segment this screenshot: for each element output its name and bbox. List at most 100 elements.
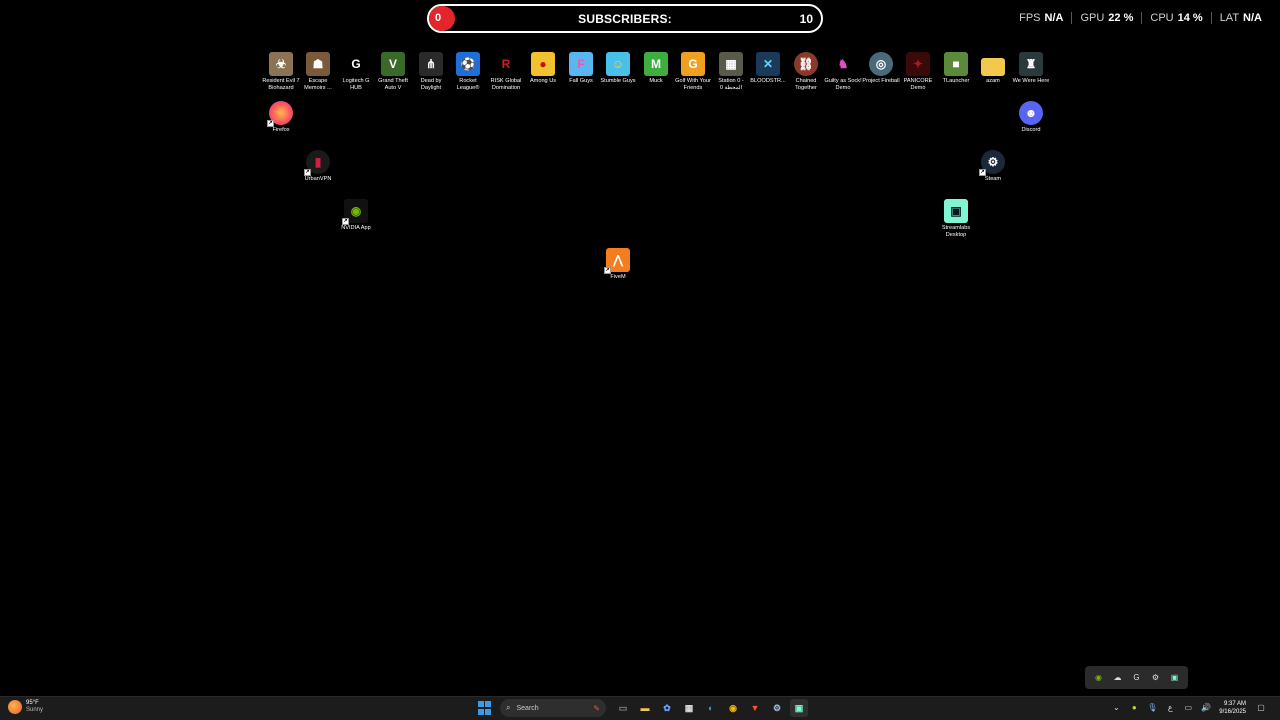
desktop-icon-stumble-guys[interactable]: ☺ Stumble Guys (599, 52, 637, 85)
stat-cpu: CPU 14 % (1141, 12, 1210, 24)
firefox-icon: ↗ (267, 101, 293, 127)
desktop-icon-tlauncher[interactable]: ■ TLauncher (937, 52, 975, 85)
subscriber-goal-bar: 0 SUBSCRIBERS: 10 (427, 4, 823, 33)
desktop-icon-discord[interactable]: ☻ Discord (1012, 101, 1050, 134)
desktop-icon-panicore[interactable]: ✦ PANICORE Demo (899, 52, 937, 92)
desktop-icon-bloodstrike[interactable]: ✕ BLOODSTR... (749, 52, 787, 85)
tray-overflow-popup: ◉ ☁ G ⚙ ▣ (1085, 666, 1188, 689)
guilty-sock-icon: ♞ (831, 52, 855, 76)
shortcut-arrow-icon: ↗ (604, 267, 611, 274)
microphone-icon[interactable]: 🎙 (1146, 699, 1158, 717)
calendar-icon[interactable]: ▦ (680, 699, 698, 717)
desktop-icon-logitech[interactable]: G Logitech G HUB (337, 52, 375, 92)
language-indicator[interactable]: ع (1164, 699, 1176, 717)
muck-icon: M (644, 52, 668, 76)
fivem-icon: ⋀ ↗ (604, 248, 630, 274)
stat-gpu: GPU 22 % (1071, 12, 1141, 24)
file-explorer-icon[interactable]: ▬ (636, 699, 654, 717)
clock[interactable]: 9:37 AM 9/16/2025 (1219, 700, 1246, 716)
desktop-icon-firefox[interactable]: ↗ Firefox (262, 101, 300, 134)
desktop-icon-streamlabs[interactable]: ▣ Streamlabs Desktop (937, 199, 975, 239)
panicore-icon: ✦ (906, 52, 930, 76)
chained-together-icon: ⛓ (794, 52, 818, 76)
discord-icon: ☻ (1019, 101, 1043, 125)
network-icon[interactable]: ▭ (1182, 699, 1194, 717)
shortcut-arrow-icon: ↗ (979, 169, 986, 176)
nvidia-icon: ◉ ↗ (342, 199, 368, 225)
desktop-icon-among-us[interactable]: ● Among Us (524, 52, 562, 85)
logitech-icon: G (344, 52, 368, 76)
weather-desc: Sunny (26, 707, 44, 713)
bloodstrike-icon: ✕ (756, 52, 780, 76)
steam-taskbar-icon[interactable]: ⚙ (768, 699, 786, 717)
taskbar-apps: ⌕ Search ✎ ▭ ▬ ✿ ▦ ◐ ◉ ▼ ⚙ ▣ (478, 699, 810, 717)
stat-fps: FPS N/A (1019, 12, 1064, 24)
search-highlight-icon: ✎ (593, 703, 600, 713)
start-button[interactable] (478, 701, 492, 715)
clock-time: 9:37 AM (1223, 701, 1246, 707)
resident-evil-icon: ☣ (269, 52, 293, 76)
desktop-icon-golf[interactable]: G Golf With Your Friends (674, 52, 712, 92)
desktop-icon-muck[interactable]: M Muck (637, 52, 675, 85)
copilot-icon[interactable]: ✿ (658, 699, 676, 717)
streamlabs-icon: ▣ (944, 199, 968, 223)
desktop-icon-resident-evil[interactable]: ☣ Resident Evil 7 Biohazard (262, 52, 300, 92)
volume-icon[interactable]: 🔊 (1200, 699, 1212, 717)
chevron-up-icon[interactable]: ⌄ (1110, 699, 1122, 717)
search-box[interactable]: ⌕ Search ✎ (500, 699, 606, 717)
desktop-icon-chained[interactable]: ⛓ Chained Together (787, 52, 825, 92)
shortcut-arrow-icon: ↗ (342, 218, 349, 225)
desktop-icon-escape-memoirs[interactable]: ☗ Escape Memoirs ... (299, 52, 337, 92)
notification-icon[interactable]: ▢ (1255, 699, 1267, 717)
weather-temp: 95°F (26, 700, 39, 706)
desktop-icon-we-were-here[interactable]: ♜ We Were Here (1012, 52, 1050, 85)
streamlabs-taskbar-icon[interactable]: ▣ (790, 699, 808, 717)
desktop-icon-azam[interactable]: azam (974, 52, 1012, 85)
weather-widget[interactable]: 95°F Sunny (8, 700, 43, 714)
desktop-icon-guilty-sock[interactable]: ♞ Guilty as Sock! Demo (824, 52, 862, 92)
nvidia-tray-icon[interactable]: ◉ (1094, 673, 1104, 683)
desktop-icon-gta[interactable]: V Grand Theft Auto V (374, 52, 412, 92)
fall-guys-icon: F (569, 52, 593, 76)
performance-stats: FPS N/A GPU 22 % CPU 14 % LAT N/A (1011, 12, 1270, 24)
we-were-here-icon: ♜ (1019, 52, 1043, 76)
desktop-icon-project-fireball[interactable]: ◎ Project Fireball (862, 52, 900, 85)
search-icon: ⌕ (506, 703, 511, 712)
shortcut-arrow-icon: ↗ (304, 169, 311, 176)
stumble-guys-icon: ☺ (606, 52, 630, 76)
rocket-league-icon: ⚽ (456, 52, 480, 76)
desktop-icon-risk[interactable]: R RISK Global Domination (487, 52, 525, 92)
golf-icon: G (681, 52, 705, 76)
chrome-icon[interactable]: ◉ (724, 699, 742, 717)
steam-icon: ⚙ ↗ (979, 150, 1005, 176)
desktop-icon-station[interactable]: ▦ Station 0 - المحطة 0 (712, 52, 750, 92)
folder-icon (981, 58, 1005, 76)
escape-memoirs-icon: ☗ (306, 52, 330, 76)
streamlabs-tray-icon[interactable]: ▣ (1170, 673, 1180, 683)
taskbar: 95°F Sunny ⌕ Search ✎ ▭ ▬ ✿ ▦ ◐ ◉ ▼ ⚙ ▣ … (0, 696, 1280, 720)
logitech-tray-icon[interactable]: G (1132, 673, 1142, 683)
risk-icon: R (494, 52, 518, 76)
clock-date: 9/16/2025 (1219, 709, 1246, 715)
station-icon: ▦ (719, 52, 743, 76)
brave-icon[interactable]: ▼ (746, 699, 764, 717)
desktop-icon-steam[interactable]: ⚙ ↗ Steam (974, 150, 1012, 183)
status-dot-icon[interactable]: ● (1128, 699, 1140, 717)
desktop-icon-rocket-league[interactable]: ⚽ Rocket League® (449, 52, 487, 92)
tlauncher-icon: ■ (944, 52, 968, 76)
settings-tray-icon[interactable]: ⚙ (1151, 673, 1161, 683)
subscriber-label: SUBSCRIBERS: (578, 12, 672, 26)
search-placeholder: Search (516, 704, 539, 712)
edge-icon[interactable]: ◐ (702, 699, 720, 717)
onedrive-tray-icon[interactable]: ☁ (1113, 673, 1123, 683)
desktop-icon-nvidia[interactable]: ◉ ↗ NVIDIA App (337, 199, 375, 232)
system-tray: ⌄ ● 🎙 ع ▭ 🔊 9:37 AM 9/16/2025 ▢ (1107, 699, 1270, 717)
desktop-icon-urbanvpn[interactable]: ▮ ↗ UrbanVPN (299, 150, 337, 183)
desktop-icon-fivem[interactable]: ⋀ ↗ FiveM (599, 248, 637, 281)
desktop-icon-fall-guys[interactable]: F Fall Guys (562, 52, 600, 85)
sun-icon (8, 700, 22, 714)
among-us-icon: ● (531, 52, 555, 76)
task-view-icon[interactable]: ▭ (614, 699, 632, 717)
desktop-icon-dbd[interactable]: ⋔ Dead by Daylight (412, 52, 450, 92)
stat-lat: LAT N/A (1210, 12, 1270, 24)
